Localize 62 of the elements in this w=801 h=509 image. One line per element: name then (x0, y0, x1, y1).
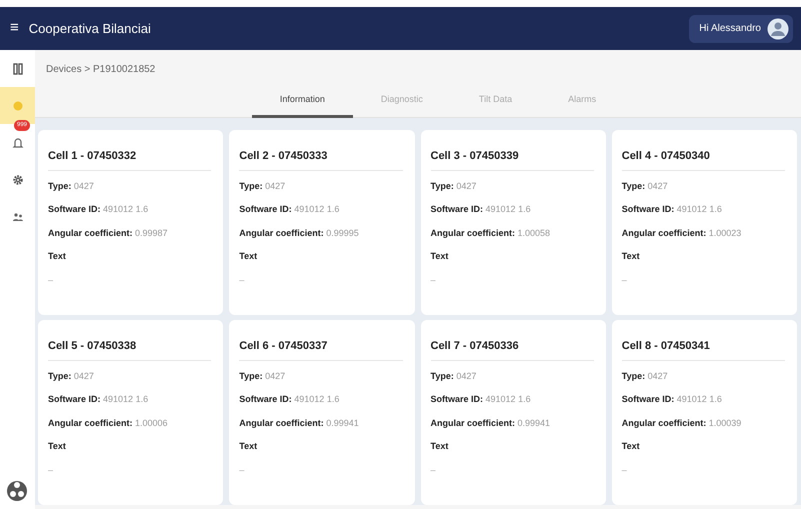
field-row-text: Type: 0427 (239, 370, 286, 383)
field-row-text: Angular coefficient: 0.99987 (48, 226, 169, 240)
text-label: Text (48, 440, 67, 453)
avatar-icon (767, 18, 789, 40)
text-value: – (239, 274, 246, 286)
tab[interactable]: Alarms (540, 84, 624, 118)
bell-icon (12, 136, 24, 148)
text-value: – (48, 274, 54, 286)
field-row-text: Software ID: 491012 1.6 (239, 203, 340, 216)
field-row-text: Angular coefficient: 1.00039 (622, 416, 742, 430)
field-row-text: Angular coefficient: 1.00006 (48, 416, 169, 430)
app-title: Cooperativa Bilanciai (28, 20, 151, 38)
menu-icon[interactable]: ≡ (10, 17, 19, 40)
card-title: Cell 3 - 07450339 (430, 148, 594, 170)
card-title: Cell 8 - 07450341 (622, 338, 785, 360)
card-title: Cell 7 - 07450336 (430, 338, 594, 360)
breadcrumb: Devices > P1910021852 (45, 63, 156, 77)
text-value: – (430, 274, 437, 286)
field-row-text: Software ID: 491012 1.6 (239, 393, 340, 406)
settings-icon (12, 174, 24, 186)
text-value: – (622, 274, 628, 286)
field-row-text: Software ID: 491012 1.6 (48, 203, 150, 216)
field-row-text: Type: 0427 (622, 180, 669, 193)
field-row-text: Software ID: 491012 1.6 (622, 203, 723, 216)
field-row-text: Angular coefficient: 0.99941 (430, 416, 552, 430)
text-value: – (430, 464, 437, 476)
field-row-text: Software ID: 491012 1.6 (430, 203, 532, 216)
text-label: Text (430, 250, 450, 263)
text-value: – (48, 464, 54, 476)
text-label: Text (622, 250, 641, 263)
card-title: Cell 1 - 07450332 (48, 148, 212, 170)
user-menu-button[interactable]: Hi Alessandro (689, 14, 793, 42)
card-title: Cell 5 - 07450338 (48, 338, 212, 360)
field-row-text: Type: 0427 (48, 370, 95, 383)
text-label: Text (48, 250, 67, 263)
field-row-text: Angular coefficient: 0.99941 (239, 416, 360, 430)
card-title: Cell 6 - 07450337 (239, 338, 402, 360)
field-row-text: Software ID: 491012 1.6 (622, 393, 723, 406)
field-row-text: Type: 0427 (430, 370, 478, 383)
text-value: – (622, 464, 628, 476)
text-label: Text (622, 440, 641, 453)
text-label: Text (239, 250, 258, 263)
card-title: Cell 4 - 07450340 (622, 148, 785, 170)
tab[interactable]: Diagnostic (352, 84, 451, 118)
field-row-text: Angular coefficient: 1.00023 (622, 226, 742, 240)
field-row-text: Type: 0427 (239, 180, 286, 193)
text-label: Text (239, 440, 258, 453)
tab[interactable]: Tilt Data (450, 84, 540, 118)
logo-icon (6, 479, 28, 503)
card-title: Cell 2 - 07450333 (239, 148, 402, 170)
people-icon (12, 210, 24, 222)
field-row-text: Angular coefficient: 0.99995 (239, 226, 360, 240)
field-row-text: Type: 0427 (622, 370, 669, 383)
text-label: Text (430, 440, 450, 453)
field-row-text: Software ID: 491012 1.6 (48, 393, 150, 406)
field-row-text: Type: 0427 (430, 180, 478, 193)
field-row-text: Type: 0427 (48, 180, 95, 193)
field-row-text: Software ID: 491012 1.6 (430, 393, 532, 406)
dot-icon (12, 100, 22, 110)
text-value: – (239, 464, 246, 476)
device-icon (12, 62, 24, 74)
field-row-text: Angular coefficient: 1.00058 (430, 226, 552, 240)
